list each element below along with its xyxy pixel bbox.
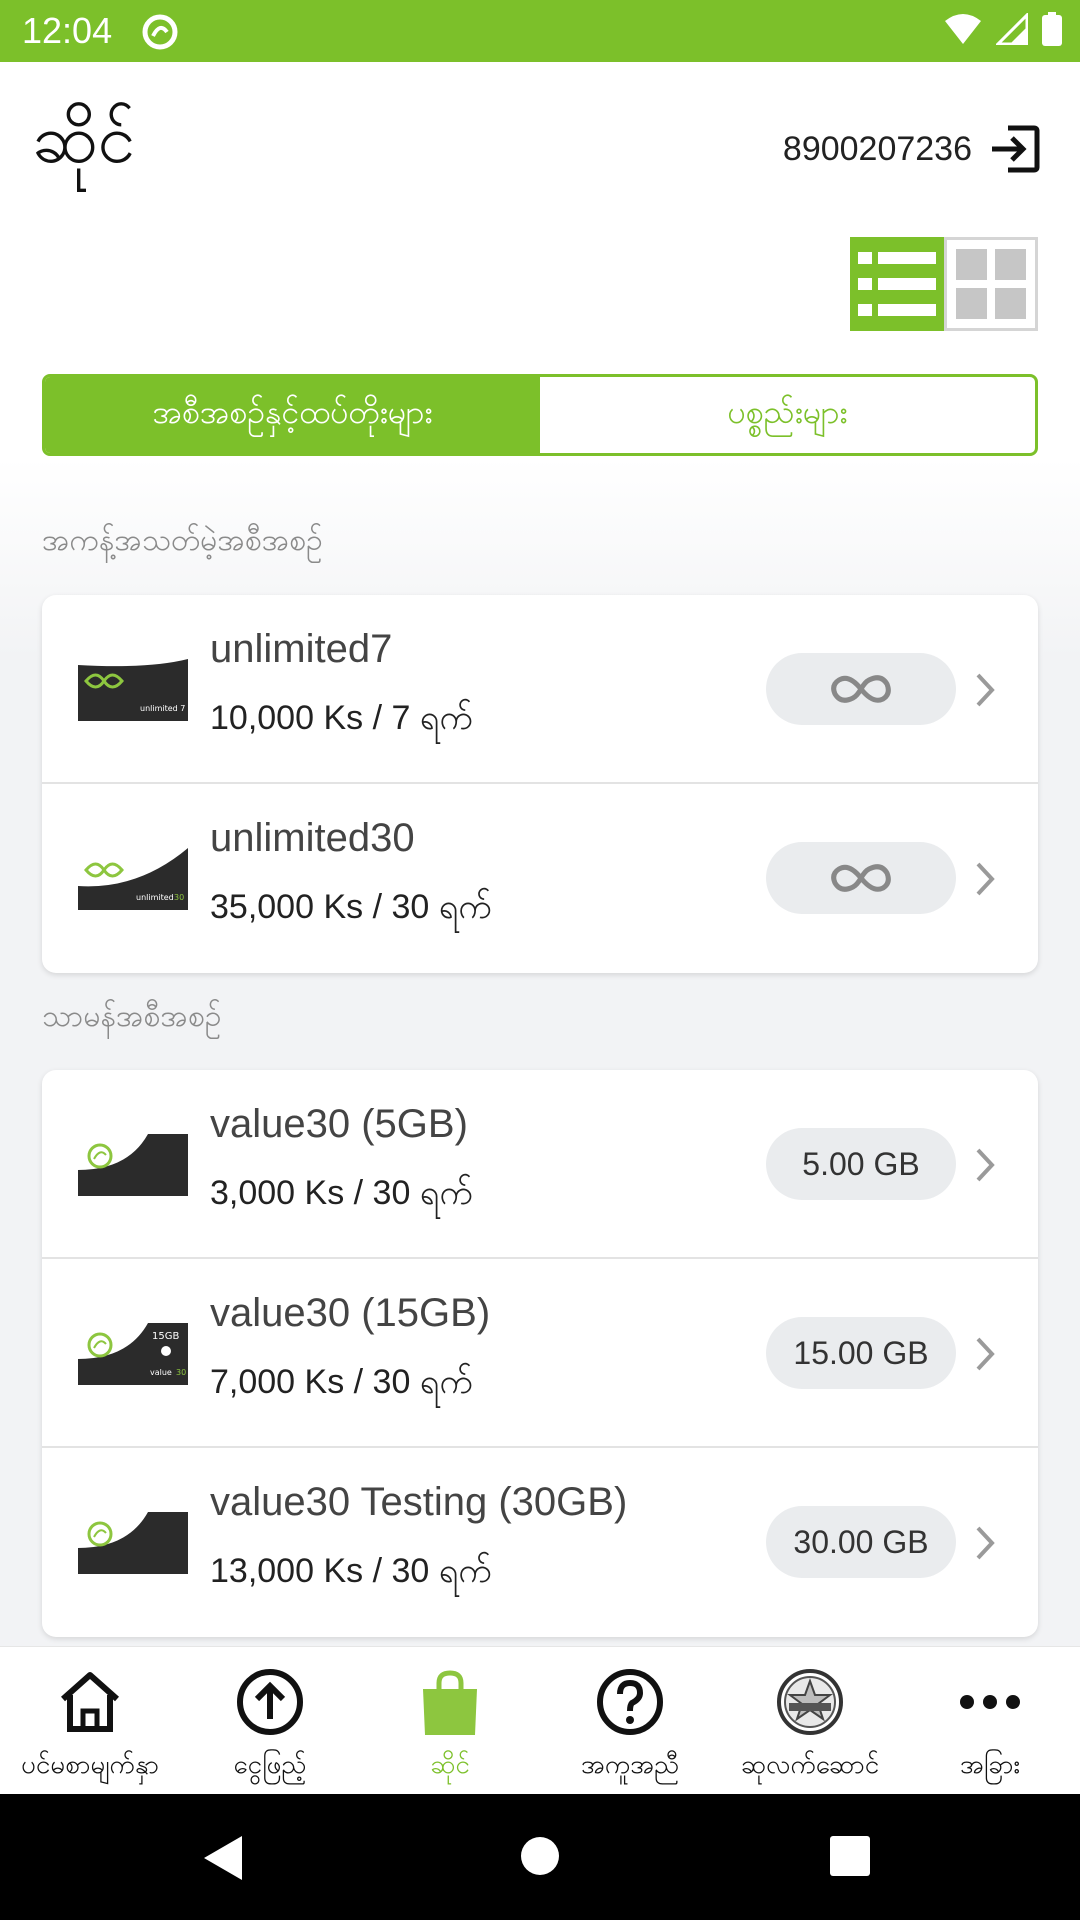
list-item[interactable]: value30 Testing (30GB) 13,000 Ks / 30 ရက… (42, 1448, 1038, 1637)
plan-price: 7,000 Ks / 30 ရက် (210, 1363, 473, 1401)
status-time: 12:04 (22, 10, 113, 51)
list-view-button[interactable] (850, 237, 944, 331)
page-title: ဆိုင် (32, 100, 136, 179)
plan-name: value30 (15GB) (210, 1291, 491, 1335)
logout-icon[interactable] (988, 122, 1042, 176)
plan-price: 3,000 Ks / 30 ရက် (210, 1174, 473, 1212)
view-toggle (850, 237, 1038, 331)
shopping-bag-icon (423, 1670, 477, 1735)
plan-price: 35,000 Ks / 30 ရက် (210, 888, 492, 926)
plan-price: 13,000 Ks / 30 ရက် (210, 1552, 492, 1590)
plan-list[interactable]: အကန့်အသတ်မဲ့အစီအစဉ် unlimited 7 unlimite… (0, 458, 1080, 1646)
nav-home[interactable]: ပင်မစာမျက်နှာ (0, 1647, 180, 1795)
bottom-navigation: ပင်မစာမျက်နှာ ငွေဖြည့် ဆိုင် အကူအညီ ဆုလက… (0, 1646, 1080, 1794)
grid-view-button[interactable] (944, 237, 1038, 331)
system-navigation-bar (0, 1794, 1080, 1920)
nav-shop[interactable]: ဆိုင် (360, 1647, 540, 1795)
chevron-right-icon (976, 1337, 995, 1371)
home-icon (61, 1672, 119, 1732)
segmented-tabs: အစီအစဉ်နှင့်ထပ်တိုးများ ပစ္စည်းများ (42, 374, 1038, 456)
section-title-regular: သာမန်အစီအစဉ် (42, 999, 222, 1034)
plan-thumbnail-icon: unlimited 7 (78, 659, 188, 721)
help-icon (597, 1669, 663, 1735)
chevron-right-icon (976, 673, 995, 707)
data-amount-badge (766, 842, 956, 914)
tab-plans-addons[interactable]: အစီအစဉ်နှင့်ထပ်တိုးများ (45, 377, 540, 453)
plan-name: unlimited7 (210, 627, 393, 671)
svg-text:30: 30 (174, 893, 184, 902)
plan-price: 10,000 Ks / 7 ရက် (210, 699, 473, 737)
svg-text:value: value (150, 1368, 172, 1377)
status-bar: 12:04 (0, 0, 1080, 62)
unlimited-plans-card: unlimited 7 unlimited7 10,000 Ks / 7 ရက်… (42, 595, 1038, 973)
header: ဆိုင် 8900207236 (0, 62, 1080, 222)
wifi-icon (945, 14, 981, 44)
tab-items[interactable]: ပစ္စည်းများ (540, 377, 1035, 453)
battery-icon (1042, 12, 1062, 46)
nav-top-up[interactable]: ငွေဖြည့် (180, 1647, 360, 1795)
nav-more[interactable]: အခြား (900, 1647, 1080, 1795)
top-up-icon (237, 1669, 303, 1735)
data-amount-badge: 5.00 GB (766, 1128, 956, 1200)
home-circle-icon[interactable] (518, 1834, 562, 1878)
chevron-right-icon (976, 862, 995, 896)
list-item[interactable]: value30 (5GB) 3,000 Ks / 30 ရက် 5.00 GB (42, 1070, 1038, 1259)
data-amount-badge: 15.00 GB (766, 1317, 956, 1389)
plan-name: value30 Testing (30GB) (210, 1480, 628, 1524)
list-icon (858, 252, 936, 316)
plan-name: unlimited30 (210, 816, 415, 860)
chevron-right-icon (976, 1148, 995, 1182)
plan-thumbnail-icon (78, 1512, 188, 1574)
data-amount-badge (766, 653, 956, 725)
more-icon (960, 1695, 1020, 1709)
regular-plans-card: value30 (5GB) 3,000 Ks / 30 ရက် 5.00 GB … (42, 1070, 1038, 1637)
account-area: 8900207236 (783, 122, 1042, 176)
nav-label: အခြား (959, 1750, 1021, 1780)
svg-text:30: 30 (176, 1368, 186, 1377)
recents-icon[interactable] (830, 1836, 870, 1876)
nav-rewards[interactable]: ဆုလက်ဆောင် (720, 1647, 900, 1795)
list-item[interactable]: 15GB value 30 value30 (15GB) 7,000 Ks / … (42, 1259, 1038, 1448)
plan-thumbnail-icon (78, 1134, 188, 1196)
nav-help[interactable]: အကူအညီ (540, 1647, 720, 1795)
rewards-icon (777, 1669, 843, 1735)
data-amount-badge: 30.00 GB (766, 1506, 956, 1578)
infinity-icon (831, 675, 891, 703)
app-notification-icon (142, 14, 178, 50)
svg-text:unlimited 7: unlimited 7 (140, 704, 185, 713)
section-title-unlimited: အကန့်အသတ်မဲ့အစီအစဉ် (42, 523, 323, 558)
plan-thumbnail-icon: unlimited 30 (78, 848, 188, 910)
list-item[interactable]: unlimited 7 unlimited7 10,000 Ks / 7 ရက် (42, 595, 1038, 784)
signal-icon (996, 13, 1028, 45)
grid-icon (956, 249, 1026, 319)
plan-name: value30 (5GB) (210, 1102, 468, 1146)
infinity-icon (831, 864, 891, 892)
svg-text:15GB: 15GB (152, 1331, 179, 1342)
list-item[interactable]: unlimited 30 unlimited30 35,000 Ks / 30 … (42, 784, 1038, 973)
back-icon[interactable] (200, 1834, 246, 1882)
chevron-right-icon (976, 1526, 995, 1560)
svg-text:unlimited: unlimited (136, 893, 174, 902)
account-number: 8900207236 (782, 129, 972, 168)
plan-thumbnail-icon: 15GB value 30 (78, 1323, 188, 1385)
